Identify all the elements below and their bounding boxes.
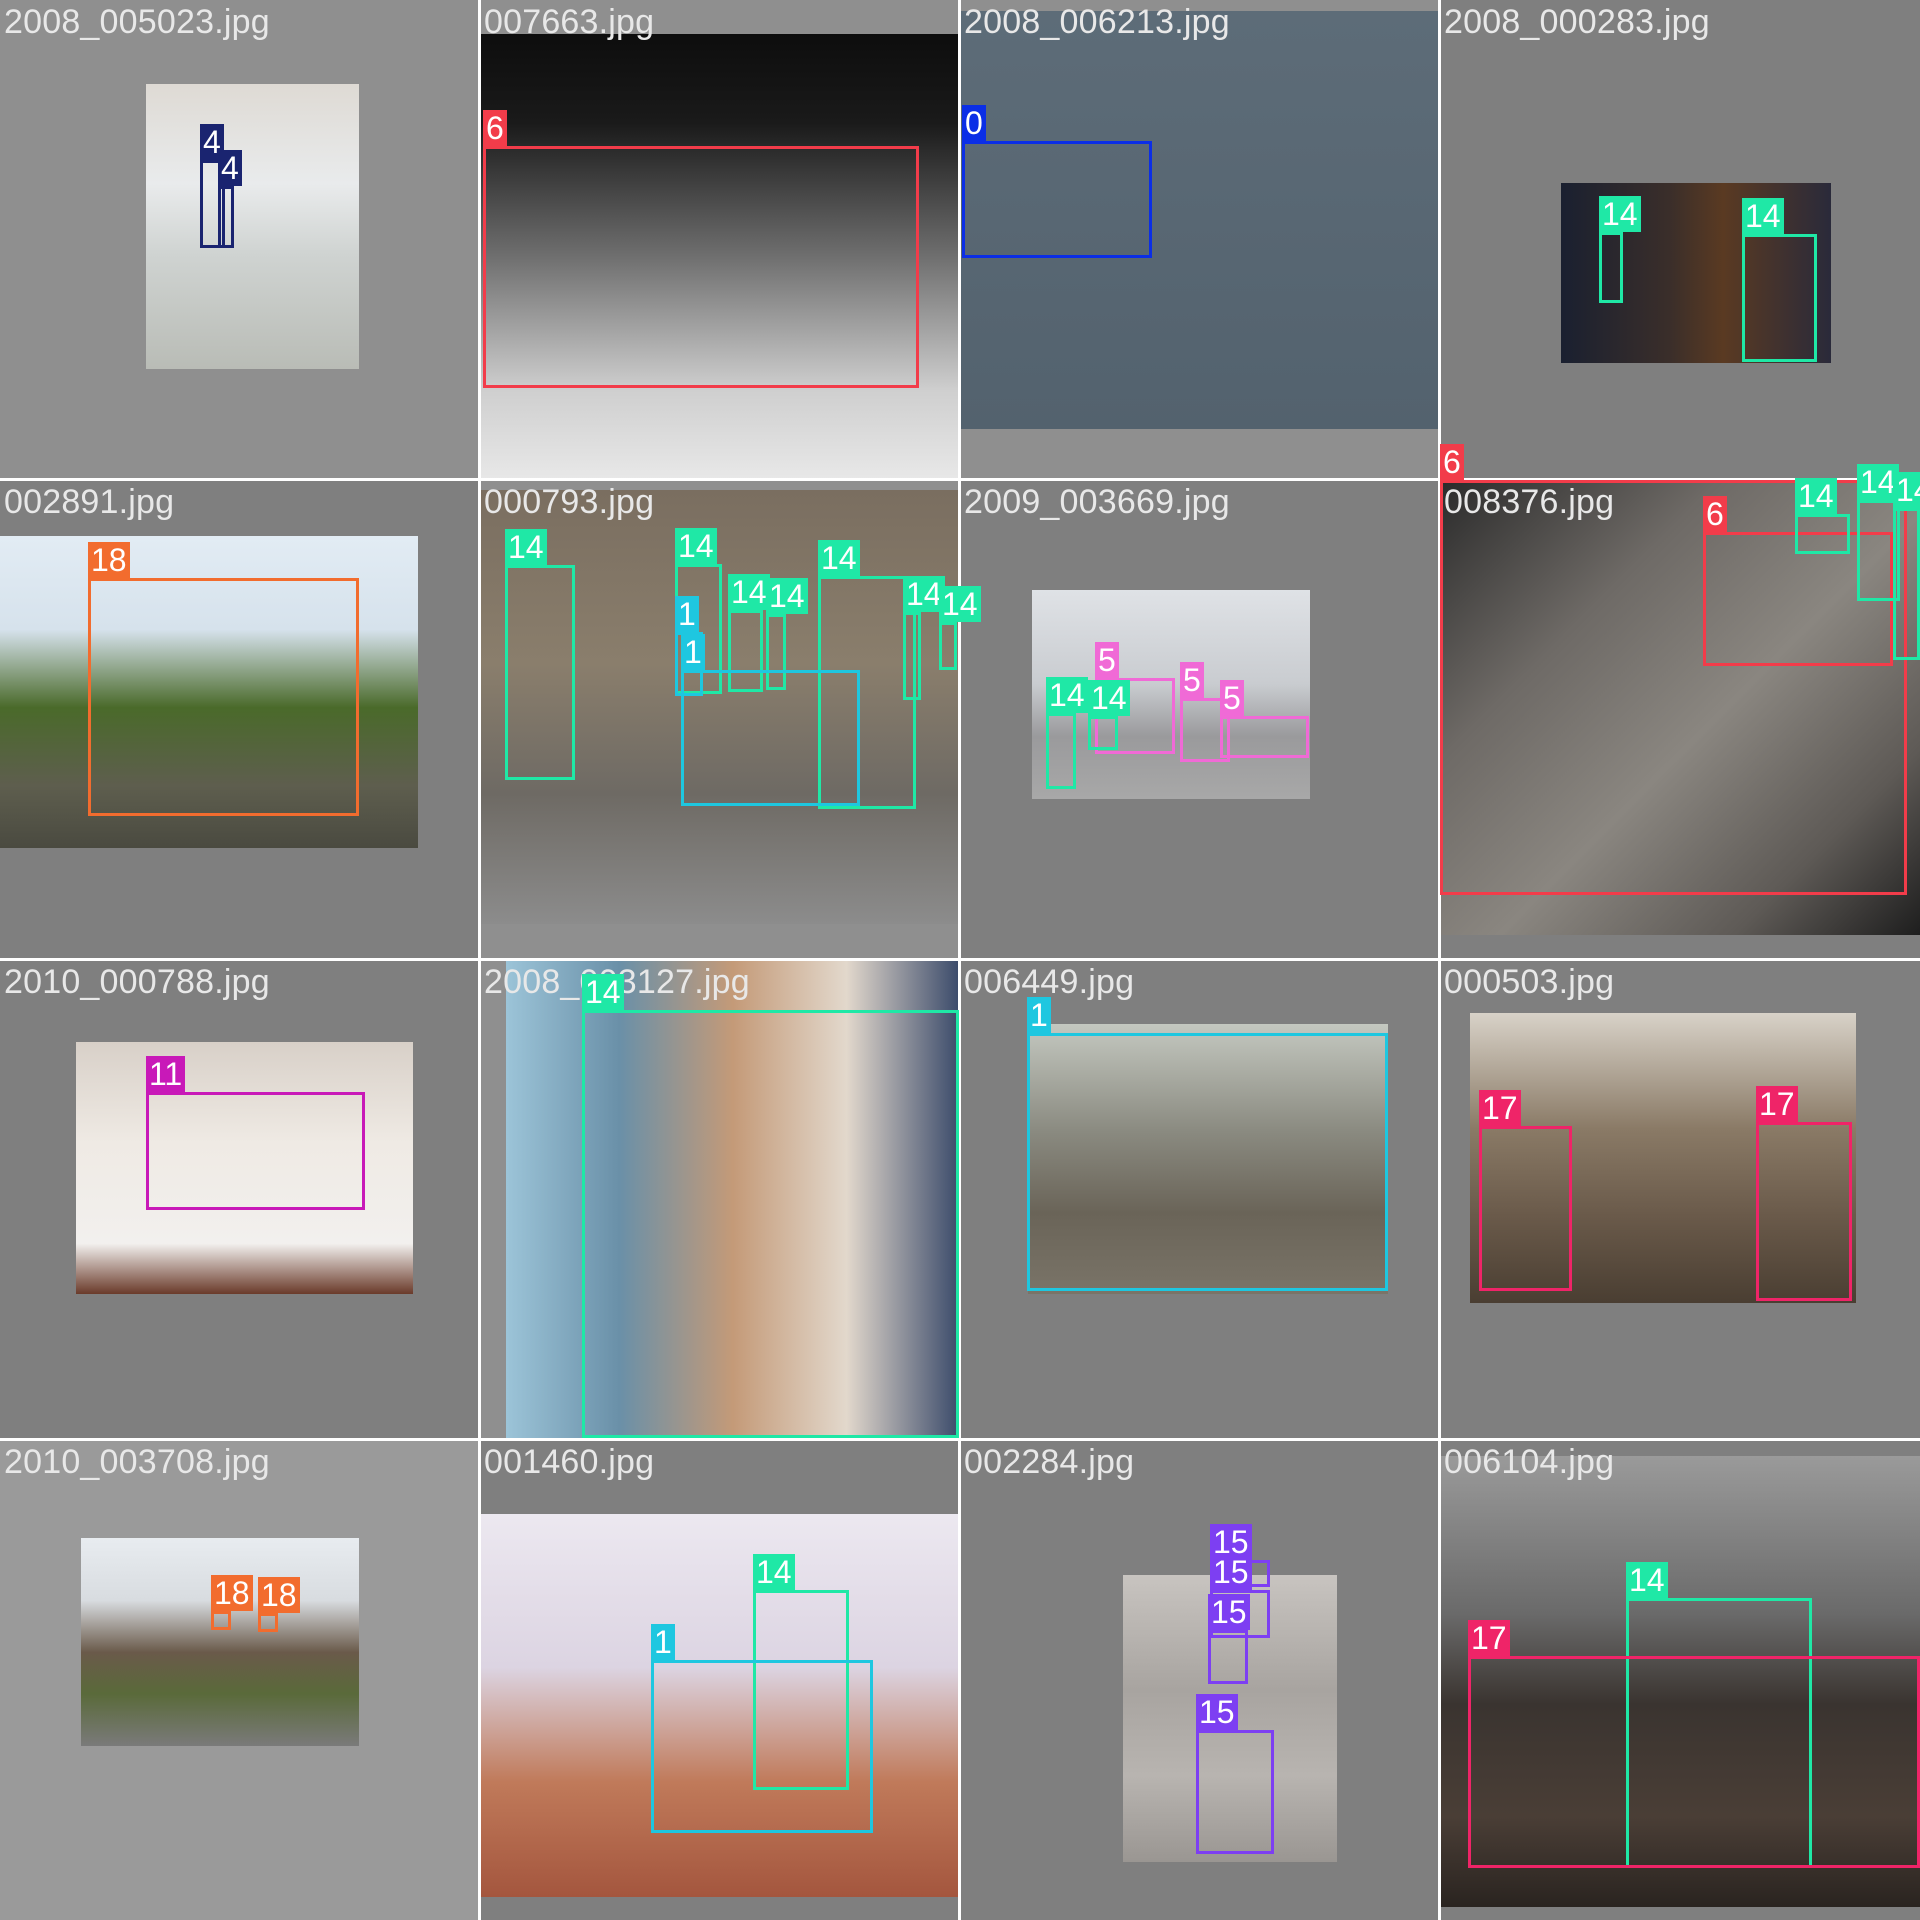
photo-railway-station (81, 1538, 359, 1746)
bounding-box (218, 186, 234, 248)
bounding-box (681, 670, 860, 806)
grid-line (0, 958, 1920, 961)
class-label: 15 (1208, 1594, 1250, 1630)
class-label: 14 (728, 574, 770, 610)
class-label: 15 (1196, 1694, 1238, 1730)
class-label: 17 (1468, 1620, 1510, 1656)
filename: 2008_006213.jpg (964, 3, 1230, 41)
tile-4: 2008_000283.jpg (1440, 0, 1920, 480)
bounding-box (1208, 1630, 1248, 1684)
class-label: 6 (483, 110, 507, 146)
class-label: 14 (582, 974, 624, 1010)
class-label: 5 (1180, 662, 1204, 698)
bounding-box (962, 141, 1152, 258)
bounding-box (903, 612, 921, 700)
tile-13: 2010_003708.jpg (0, 1440, 480, 1920)
photo-fridge (146, 84, 359, 369)
bounding-box (1742, 234, 1817, 362)
bounding-box (1479, 1126, 1572, 1291)
class-label: 15 (1210, 1554, 1252, 1590)
class-label: 4 (218, 150, 242, 186)
class-label: 1 (651, 1624, 675, 1660)
filename: 000503.jpg (1444, 963, 1615, 1001)
bounding-box (88, 578, 359, 816)
bounding-box (1088, 716, 1118, 750)
class-label: 5 (1220, 680, 1244, 716)
filename: 006449.jpg (964, 963, 1135, 1001)
class-label: 14 (505, 529, 547, 565)
bounding-box (1795, 514, 1850, 554)
class-label: 5 (1095, 642, 1119, 678)
filename: 007663.jpg (484, 3, 655, 41)
bounding-box (146, 1092, 365, 1210)
class-label: 14 (766, 578, 808, 614)
bounding-box (258, 1613, 278, 1632)
class-label: 18 (211, 1575, 253, 1611)
class-label: 18 (258, 1577, 300, 1613)
filename: 2009_003669.jpg (964, 483, 1230, 521)
class-label: 17 (1756, 1086, 1798, 1122)
class-label: 17 (1479, 1090, 1521, 1126)
class-label: 1 (675, 596, 699, 632)
class-label: 14 (1088, 680, 1130, 716)
bounding-box (1046, 713, 1076, 789)
class-label: 14 (1893, 472, 1920, 508)
bounding-box (1468, 1656, 1920, 1868)
filename: 002284.jpg (964, 1443, 1135, 1481)
filename: 2008_000283.jpg (1444, 3, 1710, 41)
grid-line (0, 1438, 1920, 1441)
bounding-box (1756, 1122, 1852, 1301)
class-label: 14 (818, 540, 860, 576)
bounding-box (1196, 1730, 1274, 1854)
bounding-box (1599, 232, 1623, 303)
class-label: 1 (1027, 997, 1051, 1033)
bounding-box (651, 1660, 873, 1833)
tile-1: 2008_005023.jpg (0, 0, 480, 480)
class-label: 14 (1626, 1562, 1668, 1598)
bounding-box (939, 622, 957, 670)
class-label: 14 (1795, 478, 1837, 514)
class-label: 14 (675, 528, 717, 564)
filename: 2010_003708.jpg (4, 1443, 270, 1481)
bounding-box (1027, 1033, 1388, 1291)
bounding-box (505, 565, 575, 780)
bounding-box (211, 1611, 231, 1630)
class-label: 6 (1703, 496, 1727, 532)
bounding-box (483, 146, 919, 388)
class-label: 0 (962, 105, 986, 141)
detection-mosaic: 2008_005023.jpg 007663.jpg 2008_006213.j… (0, 0, 1920, 1920)
bounding-box (582, 1010, 959, 1438)
filename: 006104.jpg (1444, 1443, 1615, 1481)
class-label: 14 (939, 586, 981, 622)
bounding-box (1220, 716, 1309, 758)
class-label: 18 (88, 542, 130, 578)
filename: 002891.jpg (4, 483, 175, 521)
filename: 2008_005023.jpg (4, 3, 270, 41)
class-label: 14 (1742, 198, 1784, 234)
class-label: 14 (1599, 196, 1641, 232)
class-label: 14 (753, 1554, 795, 1590)
filename: 2010_000788.jpg (4, 963, 270, 1001)
filename: 000793.jpg (484, 483, 655, 521)
class-label: 14 (1046, 677, 1088, 713)
class-label: 11 (146, 1056, 186, 1092)
filename: 001460.jpg (484, 1443, 655, 1481)
class-label: 1 (681, 634, 705, 670)
bounding-box (1893, 508, 1920, 660)
class-label: 6 (1440, 444, 1464, 480)
